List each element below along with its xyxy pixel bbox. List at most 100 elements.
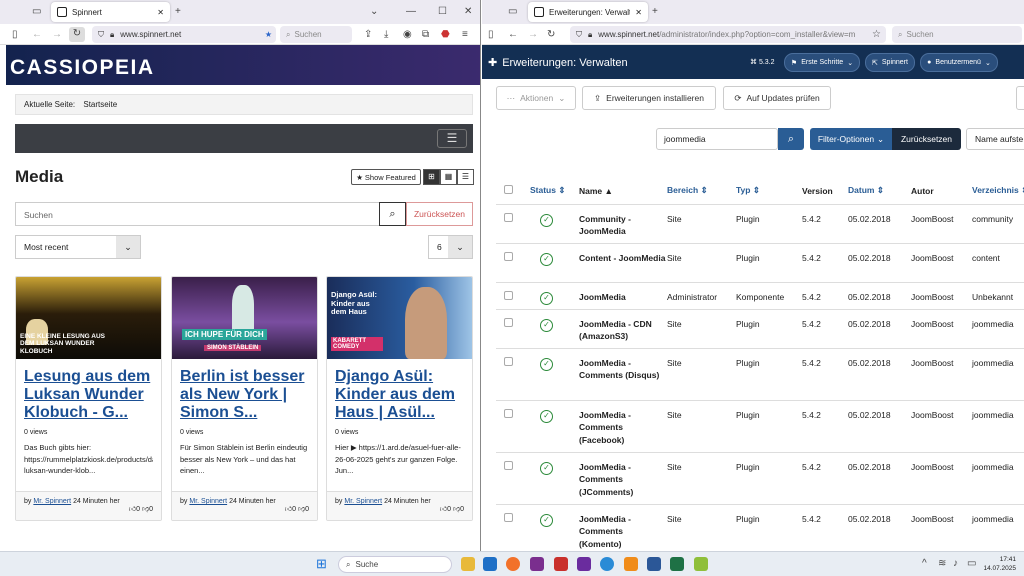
media-search-input[interactable]: Suchen — [15, 202, 380, 226]
windows-start-icon[interactable]: ⊞ — [316, 557, 327, 571]
grid-large-icon[interactable]: ⊞ — [423, 169, 440, 185]
extension-search-button[interactable]: ⌕ — [778, 128, 804, 150]
options-button[interactable] — [1016, 86, 1024, 110]
grid-small-icon[interactable]: ▦ — [440, 169, 457, 185]
media-card-title[interactable]: Django Asül: Kinder aus dem Haus | Asül.… — [335, 368, 464, 423]
row-checkbox[interactable] — [504, 212, 513, 222]
list-view-icon[interactable]: ☰ — [457, 169, 474, 185]
enabled-check-icon[interactable]: ✓ — [540, 357, 553, 371]
window-close-icon[interactable]: ✕ — [464, 5, 472, 19]
excel-icon[interactable] — [670, 557, 684, 571]
row-checkbox[interactable] — [504, 356, 513, 366]
pocket-icon[interactable]: ⇪ — [364, 28, 372, 42]
tab-spinnert[interactable]: Spinnert ✕ — [51, 2, 170, 22]
download-icon[interactable]: ⤓ — [384, 28, 388, 42]
app-icon[interactable] — [554, 557, 568, 571]
media-search-button[interactable]: ⌕ — [379, 202, 406, 226]
sort-select[interactable]: Name aufste — [966, 128, 1024, 150]
site-link-button[interactable]: ⇱ Spinnert — [865, 53, 915, 72]
column-area[interactable]: Bereich ⇕ — [667, 178, 736, 205]
menu-icon[interactable]: ≡ — [462, 28, 468, 42]
browser-search-field[interactable]: ⌕ Suchen — [892, 26, 1022, 43]
extensions-icon[interactable]: ⧉ — [422, 28, 429, 42]
new-tab-icon[interactable]: + — [652, 5, 658, 19]
chevron-down-icon[interactable]: ⌄ — [370, 5, 378, 19]
minimize-icon[interactable]: — — [406, 5, 416, 19]
enabled-check-icon[interactable]: ✓ — [540, 461, 553, 475]
column-type[interactable]: Typ ⇕ — [736, 178, 802, 205]
user-menu-button[interactable]: ● Benutzermenü ⌄ — [920, 53, 998, 72]
back-icon[interactable]: ← — [32, 28, 42, 42]
url-bar[interactable]: ⛉ 🔒︎ www.spinnert.net ★ — [92, 26, 276, 43]
bookmark-star-icon[interactable]: ☆ — [872, 28, 881, 42]
browser-search-field[interactable]: ⌕ Suchen — [280, 26, 352, 43]
bookmark-star-icon[interactable]: ★ — [265, 30, 272, 39]
close-tab-icon[interactable]: ✕ — [635, 8, 642, 17]
volume-icon[interactable]: ♪ — [953, 557, 958, 571]
media-card-title[interactable]: Lesung aus dem Luksan Wunder Klobuch - G… — [24, 368, 153, 423]
reload-icon[interactable]: ↻ — [547, 28, 555, 42]
media-card-title[interactable]: Berlin ist besser als New York | Simon S… — [180, 368, 309, 423]
media-card[interactable]: EINE KLEINE LESUNG AUS DEM LUKSAN WUNDER… — [15, 276, 162, 521]
column-status[interactable]: Status ⇕ — [530, 178, 579, 205]
media-card[interactable]: Django Asül: Kinder aus dem Haus KABARET… — [326, 276, 473, 521]
row-checkbox[interactable] — [504, 290, 513, 300]
column-name[interactable]: Name ▲ — [579, 178, 667, 205]
row-checkbox[interactable] — [504, 460, 513, 470]
close-tab-icon[interactable]: ✕ — [157, 8, 164, 17]
vlc-icon[interactable] — [624, 557, 638, 571]
tab-overview-icon[interactable]: ▭ — [508, 5, 517, 19]
video-thumbnail[interactable]: ICH HUPE FÜR DICH SIMON STÄBLEIN — [172, 277, 317, 359]
show-featured-button[interactable]: ★ Show Featured — [351, 169, 421, 185]
row-checkbox[interactable] — [504, 512, 513, 522]
video-thumbnail[interactable]: EINE KLEINE LESUNG AUS DEM LUKSAN WUNDER… — [16, 277, 161, 359]
sort-select[interactable]: Most recent ⌄ — [15, 235, 141, 259]
tab-extensions[interactable]: Erweiterungen: Verwalten - Spi ✕ — [528, 2, 648, 22]
firefox-icon[interactable] — [506, 557, 520, 571]
actions-dropdown[interactable]: ⋯ Aktionen ⌄ — [496, 86, 576, 110]
taskbar-search[interactable]: ⌕ Suche — [338, 556, 452, 573]
wifi-icon[interactable]: ≋ — [938, 557, 946, 571]
ublock-icon[interactable]: ⬣ — [441, 28, 450, 42]
media-card[interactable]: ICH HUPE FÜR DICH SIMON STÄBLEIN Berlin … — [171, 276, 318, 521]
forward-icon[interactable]: → — [52, 28, 62, 42]
reload-icon[interactable]: ↻ — [69, 27, 85, 42]
video-thumbnail[interactable]: Django Asül: Kinder aus dem Haus KABARET… — [327, 277, 472, 359]
row-checkbox[interactable] — [504, 251, 513, 261]
hamburger-menu-icon[interactable]: ☰ — [437, 129, 467, 148]
clock[interactable]: 17:41 14.07.2025 — [983, 555, 1016, 573]
per-page-select[interactable]: 6 ⌄ — [428, 235, 473, 259]
outlook-icon[interactable] — [483, 557, 497, 571]
maximize-icon[interactable]: ☐ — [438, 5, 447, 19]
author-link[interactable]: Mr. Spinnert — [33, 498, 71, 505]
enabled-check-icon[interactable]: ✓ — [540, 291, 553, 305]
new-tab-icon[interactable]: + — [175, 5, 181, 19]
extension-search-input[interactable]: joommedia — [656, 128, 778, 150]
tab-overview-icon[interactable]: ▭ — [32, 5, 41, 19]
back-icon[interactable]: ← — [508, 28, 518, 42]
site-logo-banner[interactable]: CASSIOPEIA — [6, 45, 480, 85]
install-extensions-button[interactable]: ⇪ Erweiterungen installieren — [582, 86, 716, 110]
tray-chevron-icon[interactable]: ^ — [922, 557, 927, 571]
battery-icon[interactable]: ▭ — [967, 557, 976, 571]
file-explorer-icon[interactable] — [461, 557, 475, 571]
filter-options-button[interactable]: Filter-Optionen ⌄ — [810, 128, 892, 150]
url-bar[interactable]: ⛉ 🔒︎ www.spinnert.net/administrator/inde… — [570, 26, 886, 43]
author-link[interactable]: Mr. Spinnert — [189, 498, 227, 505]
sidebar-icon[interactable]: ▯ — [488, 28, 494, 42]
forward-icon[interactable]: → — [528, 28, 538, 42]
enabled-check-icon[interactable]: ✓ — [540, 213, 553, 227]
app-icon[interactable] — [530, 557, 544, 571]
row-checkbox[interactable] — [504, 408, 513, 418]
media-reset-button[interactable]: Zurücksetzen — [406, 202, 473, 226]
enabled-check-icon[interactable]: ✓ — [540, 252, 553, 266]
author-link[interactable]: Mr. Spinnert — [344, 498, 382, 505]
select-all-checkbox[interactable] — [504, 185, 513, 195]
app-icon[interactable] — [577, 557, 591, 571]
app-icon[interactable] — [600, 557, 614, 571]
enabled-check-icon[interactable]: ✓ — [540, 318, 553, 332]
sidebar-icon[interactable]: ▯ — [12, 28, 18, 42]
guided-tours-button[interactable]: ⚑ Erste Schritte ⌄ — [784, 53, 860, 72]
check-updates-button[interactable]: ⟳ Auf Updates prüfen — [723, 86, 831, 110]
column-date[interactable]: Datum ⇕ — [848, 178, 911, 205]
